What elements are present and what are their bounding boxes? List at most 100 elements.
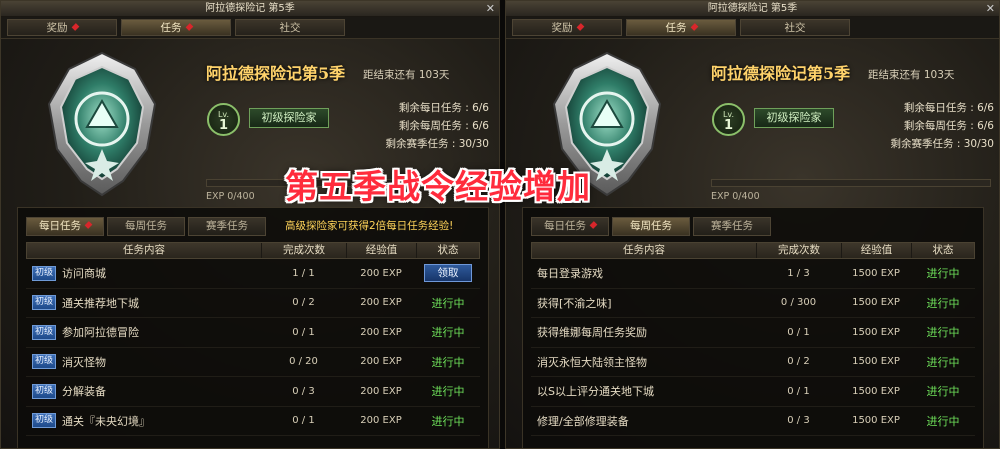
table-row: 获得维娜每周任务奖励 0 / 1 1500 EXP 进行中 <box>531 318 975 348</box>
mission-name: 修理/全部修理装备 <box>537 414 629 428</box>
nav-tab[interactable]: 任务 <box>121 19 231 36</box>
alert-dot-icon <box>690 23 698 31</box>
mission-name: 每日登录游戏 <box>537 267 603 281</box>
nav-tab[interactable]: 奖励 <box>512 19 622 36</box>
mission-name: 获得[不渝之味] <box>537 296 612 310</box>
remaining-count: 剩余赛季任务 : 30/30 <box>890 138 994 150</box>
mission-name-cell: 初级 参加阿拉德冒险 <box>26 324 261 340</box>
tier-tag: 初级 <box>32 413 56 429</box>
table-row: 初级 通关『未央幻境』 0 / 1 200 EXP 进行中 <box>26 407 480 436</box>
status-cell: 进行中 <box>926 296 960 310</box>
exp-value: 1500 EXP <box>852 385 900 397</box>
bonus-notice: 高级探险家可获得2倍每日任务经验! <box>285 220 454 232</box>
nav-tab[interactable]: 社交 <box>235 19 345 36</box>
exp-value: 200 EXP <box>360 415 402 427</box>
table-header: 任务内容 完成次数 经验值 状态 <box>531 242 975 259</box>
completion-count: 1 / 1 <box>292 267 315 279</box>
mission-name-cell: 初级 通关推荐地下城 <box>26 295 261 311</box>
exp-value: 200 EXP <box>360 356 402 368</box>
nav-tab-label: 社交 <box>784 22 806 34</box>
close-icon[interactable]: ✕ <box>986 1 995 17</box>
exp-text: EXP 0/400 <box>206 191 255 202</box>
completion-count: 0 / 3 <box>292 385 315 397</box>
top-nav-tabs: 奖励 任务 社交 <box>506 17 999 39</box>
tier-tag: 初级 <box>32 324 56 340</box>
exp-value: 1500 EXP <box>852 415 900 427</box>
window-title: 阿拉德探险记 第5季 <box>205 3 295 14</box>
remaining-counts: 剩余每日任务 : 6/6 剩余每周任务 : 6/6 剩余赛季任务 : 30/30 <box>379 99 489 153</box>
status-cell: 进行中 <box>926 414 960 428</box>
season-emblem-icon <box>47 51 157 197</box>
mission-subtab[interactable]: 赛季任务 <box>188 217 266 236</box>
column-header: 经验值 <box>347 243 417 258</box>
table-row: 初级 消灭怪物 0 / 20 200 EXP 进行中 <box>26 348 480 377</box>
mission-name: 通关推荐地下城 <box>62 296 139 310</box>
nav-tab-label: 社交 <box>279 22 301 34</box>
completion-count: 0 / 3 <box>787 415 810 427</box>
season-panel-weekly: 阿拉德探险记 第5季 ✕ 奖励 任务 社交 阿拉德探险记第5季 距结束还有 103天… <box>505 0 1000 449</box>
mission-subtab[interactable]: 每周任务 <box>107 217 185 236</box>
completion-count: 0 / 1 <box>292 326 315 338</box>
season-panel-daily: 阿拉德探险记 第5季 ✕ 奖励 任务 社交 阿拉德探险记第5季 距结束还有 103天… <box>0 0 500 449</box>
table-row: 以S以上评分通关地下城 0 / 1 1500 EXP 进行中 <box>531 377 975 407</box>
nav-tab-label: 任务 <box>665 22 687 34</box>
mission-name-cell: 每日登录游戏 <box>531 265 756 281</box>
mission-name: 参加阿拉德冒险 <box>62 326 139 340</box>
exp-text: EXP 0/400 <box>711 191 760 202</box>
mission-subtab[interactable]: 每日任务 <box>531 217 609 236</box>
column-header: 任务内容 <box>532 243 757 258</box>
exp-value: 200 EXP <box>360 326 402 338</box>
rank-button[interactable]: 初级探险家 <box>754 108 834 128</box>
close-icon[interactable]: ✕ <box>486 1 495 17</box>
overlay-caption: 第五季战令经验增加 <box>285 167 591 206</box>
rank-button[interactable]: 初级探险家 <box>249 108 329 128</box>
mission-subtabs: 每日任务 每周任务 赛季任务 <box>523 208 983 236</box>
top-nav-tabs: 奖励 任务 社交 <box>1 17 499 39</box>
tier-tag: 初级 <box>32 295 56 311</box>
status-cell: 进行中 <box>431 414 465 428</box>
mission-name-cell: 获得维娜每周任务奖励 <box>531 324 756 340</box>
exp-value: 1500 EXP <box>852 267 900 279</box>
mission-subtab-label: 每日任务 <box>39 220 81 232</box>
level-value: 1 <box>218 118 229 133</box>
nav-tab[interactable]: 社交 <box>740 19 850 36</box>
remaining-count: 剩余每周任务 : 6/6 <box>398 120 489 132</box>
nav-tab-label: 奖励 <box>551 22 573 34</box>
completion-count: 0 / 2 <box>292 297 315 309</box>
mission-name: 消灭怪物 <box>62 355 106 369</box>
mission-subtab-label: 每日任务 <box>544 220 586 232</box>
alert-dot-icon <box>576 23 584 31</box>
claim-button[interactable]: 领取 <box>424 264 472 283</box>
column-header: 状态 <box>932 244 954 256</box>
mission-subtab[interactable]: 每日任务 <box>26 217 104 236</box>
table-row: 初级 访问商城 1 / 1 200 EXP 领取 <box>26 259 480 289</box>
mission-list: 每日任务 每周任务 赛季任务 任务内容 完成次数 经验值 状态 每日登录游戏 1 / 3 15… <box>522 207 984 448</box>
status-cell: 进行中 <box>431 326 465 340</box>
season-title: 阿拉德探险记第5季 <box>206 64 346 83</box>
nav-tab[interactable]: 奖励 <box>7 19 117 36</box>
exp-value: 200 EXP <box>360 385 402 397</box>
tier-tag: 初级 <box>32 354 56 370</box>
mission-subtab[interactable]: 赛季任务 <box>693 217 771 236</box>
mission-name-cell: 以S以上评分通关地下城 <box>531 383 756 399</box>
mission-subtab[interactable]: 每周任务 <box>612 217 690 236</box>
mission-name-cell: 修理/全部修理装备 <box>531 413 756 429</box>
remaining-count: 剩余每日任务 : 6/6 <box>398 102 489 114</box>
table-row: 初级 分解装备 0 / 3 200 EXP 进行中 <box>26 377 480 407</box>
remaining-time: 距结束还有 103天 <box>363 69 450 81</box>
mission-subtab-label: 赛季任务 <box>711 220 753 232</box>
nav-tab[interactable]: 任务 <box>626 19 736 36</box>
window-title: 阿拉德探险记 第5季 <box>707 3 798 14</box>
table-row: 修理/全部修理装备 0 / 3 1500 EXP 进行中 <box>531 407 975 436</box>
mission-subtab-label: 每周任务 <box>630 220 672 232</box>
tier-tag: 初级 <box>32 383 56 399</box>
column-header: 完成次数 <box>262 243 347 258</box>
mission-name: 获得维娜每周任务奖励 <box>537 326 647 340</box>
level-badge: Lv. 1 <box>712 103 745 136</box>
nav-tab-label: 任务 <box>160 22 182 34</box>
column-header: 任务内容 <box>27 243 262 258</box>
mission-name: 分解装备 <box>62 385 106 399</box>
table-row: 初级 参加阿拉德冒险 0 / 1 200 EXP 进行中 <box>26 318 480 348</box>
exp-value: 1500 EXP <box>852 297 900 309</box>
status-cell: 进行中 <box>926 385 960 399</box>
